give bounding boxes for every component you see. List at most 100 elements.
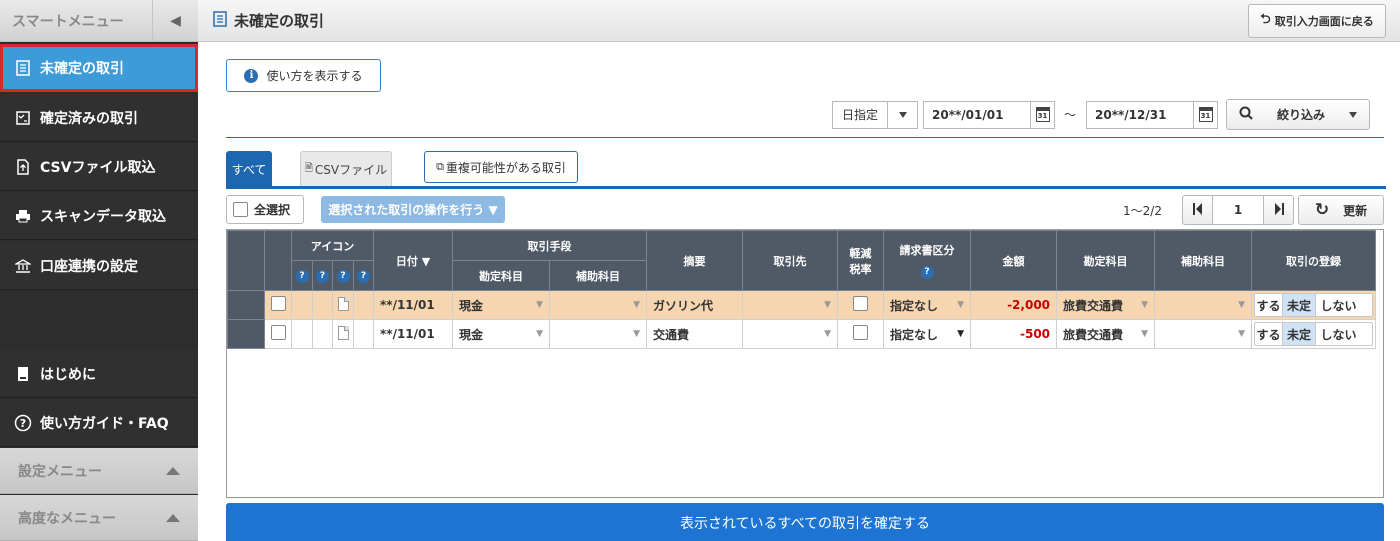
confirm-all-button[interactable]: 表示されているすべての取引を確定する: [226, 503, 1384, 541]
gutter-header: [227, 230, 265, 291]
search-icon: [1239, 106, 1253, 123]
date-mode-select[interactable]: 日指定: [832, 99, 918, 130]
tab-csv-file[interactable]: 🗎 CSVファイル: [300, 151, 392, 187]
reduced-tax-checkbox[interactable]: [853, 325, 869, 340]
date-to-input[interactable]: 20**/12/31: [1086, 100, 1194, 129]
sidebar-item-label: 未確定の取引: [40, 61, 124, 77]
checkbox-header: [264, 230, 292, 291]
triangle-up-icon: [166, 513, 180, 522]
date-from-input[interactable]: 20**/01/01: [923, 100, 1031, 129]
document-list-icon: [212, 11, 228, 30]
date-from-field[interactable]: 20**/01/01 31: [923, 99, 1055, 130]
date-header[interactable]: 日付 ▼: [373, 230, 454, 291]
show-howto-button[interactable]: i 使い方を表示する: [226, 59, 381, 92]
summary-cell[interactable]: 交通費: [646, 319, 744, 349]
help-icon: ?: [336, 269, 350, 283]
first-page-button[interactable]: [1183, 196, 1213, 224]
divider: [226, 137, 1384, 138]
settings-menu-toggle[interactable]: 設定メニュー: [0, 448, 198, 494]
table-row[interactable]: **/11/01 現金 ▼ ▼ 交通費 ▼ 指定なし ▼ -500 旅費交通費 ▼ ▼…: [227, 319, 1377, 349]
register-yes[interactable]: する: [1255, 323, 1284, 345]
sidebar-item-guide-faq[interactable]: ? 使い方ガイド・FAQ: [0, 399, 198, 447]
last-page-icon: [1274, 202, 1284, 218]
sidebar-item-scan-import[interactable]: スキャンデータ取込: [0, 192, 198, 240]
amount-cell[interactable]: -2,000: [970, 290, 1058, 320]
sidebar-item-csv-import[interactable]: CSVファイル取込: [0, 143, 198, 191]
amount-cell[interactable]: -500: [970, 319, 1058, 349]
register-no[interactable]: しない: [1316, 323, 1361, 345]
method-sub-cell[interactable]: ▼: [549, 290, 648, 320]
sidebar: スマートメニュー ◀ 未確定の取引 確定済みの取引 CSVファイル取込 スキャン…: [0, 0, 198, 541]
invoice-cell[interactable]: 指定なし ▼: [883, 319, 972, 349]
icon-help-4[interactable]: ?: [352, 260, 375, 291]
register-yes[interactable]: する: [1255, 294, 1284, 316]
partner-cell[interactable]: ▼: [742, 290, 839, 320]
icon-help-1[interactable]: ?: [291, 260, 313, 291]
partner-cell[interactable]: ▼: [742, 319, 839, 349]
summary-cell[interactable]: ガソリン代: [646, 290, 744, 320]
date-mode-dropdown[interactable]: [888, 100, 918, 129]
row-checkbox[interactable]: [270, 325, 286, 340]
back-to-entry-button[interactable]: ⮌ 取引入力画面に戻る: [1248, 4, 1386, 38]
calendar-from-button[interactable]: 31: [1031, 100, 1055, 129]
tab-all[interactable]: すべて: [226, 151, 272, 187]
reduced-tax-checkbox[interactable]: [853, 296, 869, 311]
help-icon: ?: [316, 269, 329, 283]
tab-underline: [226, 186, 1386, 189]
register-undecided[interactable]: 未定: [1283, 294, 1317, 316]
date-cell[interactable]: **/11/01: [373, 319, 454, 349]
account-header: 勘定科目: [1056, 230, 1156, 291]
sidebar-item-bank-link[interactable]: 口座連携の設定: [0, 242, 198, 290]
page-number-input[interactable]: 1: [1213, 196, 1263, 224]
sidebar-item-unconfirmed[interactable]: 未確定の取引: [0, 44, 198, 92]
settings-menu-label: 設定メニュー: [18, 463, 102, 480]
help-circle-icon: ?: [14, 414, 32, 432]
sub-account-cell[interactable]: ▼: [1154, 319, 1253, 349]
bulk-operation-button[interactable]: 選択された取引の操作を行う ▼: [321, 196, 505, 223]
table-row[interactable]: **/11/01 現金 ▼ ▼ ガソリン代 ▼ 指定なし ▼ -2,000 旅費交通…: [227, 290, 1377, 320]
icon-help-2[interactable]: ?: [312, 260, 333, 291]
method-sub-cell[interactable]: ▼: [549, 319, 648, 349]
caret-down-icon: ▼: [633, 329, 641, 339]
sidebar-collapse-button[interactable]: ◀: [152, 0, 198, 41]
partner-header: 取引先: [742, 230, 839, 291]
refresh-button[interactable]: ↻ 更新: [1298, 195, 1384, 225]
account-cell[interactable]: 旅費交通費 ▼: [1056, 319, 1156, 349]
sub-account-cell[interactable]: ▼: [1154, 290, 1253, 320]
register-undecided[interactable]: 未定: [1283, 323, 1317, 345]
sidebar-item-getting-started[interactable]: はじめに: [0, 350, 198, 398]
row-checkbox[interactable]: [270, 296, 286, 311]
select-all-checkbox[interactable]: [233, 202, 248, 217]
document-icon: [337, 325, 349, 340]
summary-header: 摘要: [646, 230, 744, 291]
page-header: 未確定の取引 ⮌ 取引入力画面に戻る: [198, 0, 1400, 42]
triangle-up-icon: [166, 466, 180, 475]
invoice-cell[interactable]: 指定なし ▼: [883, 290, 972, 320]
caret-down-icon: ▼: [957, 300, 965, 310]
sidebar-item-label: スキャンデータ取込: [40, 208, 166, 225]
main-content: 未確定の取引 ⮌ 取引入力画面に戻る i 使い方を表示する 日指定 20**/0…: [198, 0, 1400, 541]
date-to-field[interactable]: 20**/12/31 31: [1086, 99, 1218, 130]
help-icon[interactable]: ?: [920, 265, 934, 279]
date-cell[interactable]: **/11/01: [373, 290, 454, 320]
caret-down-icon: [1348, 111, 1357, 118]
calendar-to-button[interactable]: 31: [1194, 100, 1218, 129]
tab-duplicate[interactable]: ⧉ 重複可能性がある取引: [424, 151, 578, 183]
calendar-icon: 31: [1035, 107, 1050, 122]
register-toggle: する 未定 しない: [1254, 322, 1374, 346]
sidebar-item-confirmed[interactable]: 確定済みの取引: [0, 94, 198, 142]
method-account-cell[interactable]: 現金 ▼: [452, 290, 551, 320]
select-all-button[interactable]: 全選択: [226, 195, 304, 224]
sidebar-item-label: 確定済みの取引: [40, 110, 138, 127]
last-page-button[interactable]: [1263, 196, 1293, 224]
sidebar-header: スマートメニュー ◀: [0, 0, 198, 42]
advanced-menu-toggle[interactable]: 高度なメニュー: [0, 495, 198, 541]
transactions-grid: アイコン 日付 ▼ 取引手段 摘要 取引先 軽減 税率 請求書区分 ? 金額 勘定…: [226, 229, 1384, 498]
caret-down-icon: ▼: [536, 300, 544, 310]
register-no[interactable]: しない: [1316, 294, 1361, 316]
narrow-button[interactable]: 絞り込み: [1226, 99, 1370, 130]
account-cell[interactable]: 旅費交通費 ▼: [1056, 290, 1156, 320]
method-account-cell[interactable]: 現金 ▼: [452, 319, 551, 349]
amount-header: 金額: [970, 230, 1058, 291]
icon-help-3[interactable]: ?: [332, 260, 354, 291]
